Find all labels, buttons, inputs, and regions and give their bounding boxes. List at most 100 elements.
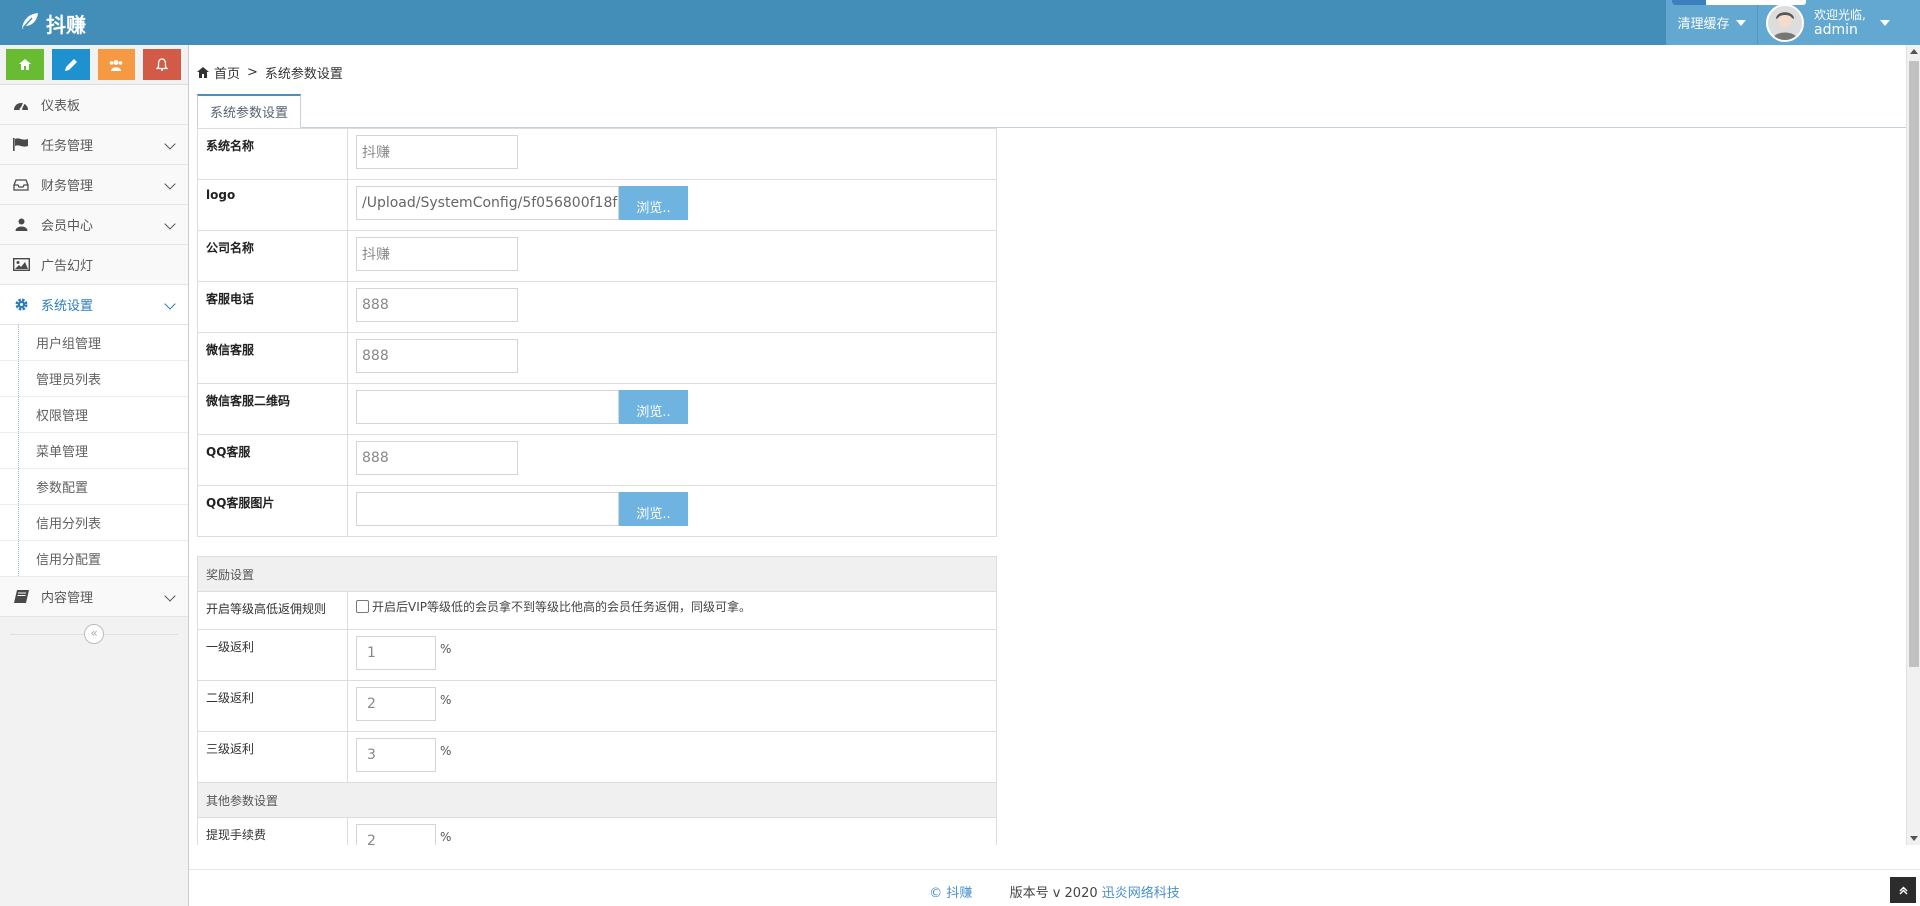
form-label: 二级返利 [197, 680, 348, 732]
form-label: 一级返利 [197, 629, 348, 681]
submenu-item-params[interactable]: 参数配置 [0, 469, 188, 505]
level3-rebate-input[interactable]: 3 [356, 738, 436, 772]
sidebar: 仪表板 任务管理 财务管理 会员中心 广告幻灯 系统设置 用户组管理 管理员列表… [0, 45, 189, 906]
sidebar-item-finance[interactable]: 财务管理 [0, 165, 188, 205]
users-shortcut-button[interactable] [97, 49, 136, 80]
submenu-item-credit-config[interactable]: 信用分配置 [0, 541, 188, 577]
scroll-down-icon[interactable] [1910, 836, 1918, 841]
sidebar-item-members[interactable]: 会员中心 [0, 205, 188, 245]
chevron-down-icon [164, 138, 176, 150]
edit-shortcut-button[interactable] [51, 49, 90, 80]
footer-company-link[interactable]: 迅炎网络科技 [1102, 886, 1180, 901]
form-label: 客服电话 [197, 281, 348, 333]
cog-icon [11, 297, 31, 312]
percent-sign: % [440, 642, 452, 656]
flag-icon [11, 138, 31, 151]
level1-rebate-input[interactable]: 1 [356, 636, 436, 670]
username: admin [1814, 21, 1858, 38]
sidebar-item-tasks[interactable]: 任务管理 [0, 125, 188, 165]
logo-browse-button[interactable]: 浏览.. [619, 186, 688, 220]
form-label: 微信客服二维码 [197, 383, 348, 435]
form-label: 微信客服 [197, 332, 348, 384]
double-chevron-up-icon [1898, 885, 1908, 895]
form-label: 系统名称 [197, 128, 348, 180]
system-name-input[interactable]: 抖赚 [356, 135, 518, 169]
bell-icon [156, 58, 169, 71]
service-phone-input[interactable]: 888 [356, 288, 518, 322]
tab-bar: 系统参数设置 [197, 94, 1906, 128]
percent-sign: % [440, 830, 452, 844]
top-navbar: 抖赚 清理缓存 欢迎光临, admin [0, 0, 1920, 45]
form-label: 开启等级高低返佣规则 [197, 591, 348, 630]
logo-path-input[interactable]: /Upload/SystemConfig/5f056800f18f4 [356, 186, 619, 220]
home-icon [18, 59, 31, 70]
scrollbar-thumb[interactable] [1909, 61, 1919, 667]
submenu-item-user-groups[interactable]: 用户组管理 [0, 325, 188, 361]
footer-version: 版本号 v 2020 [1009, 886, 1098, 901]
submenu-item-permissions[interactable]: 权限管理 [0, 397, 188, 433]
clear-cache-label: 清理缓存 [1677, 17, 1730, 32]
qq-service-input[interactable]: 888 [356, 441, 518, 475]
sidebar-item-label: 广告幻灯 [41, 259, 94, 274]
sidebar-item-label: 仪表板 [41, 99, 81, 114]
home-shortcut-button[interactable] [6, 49, 44, 80]
qq-image-input[interactable] [356, 492, 619, 526]
scroll-to-top-button[interactable] [1890, 877, 1916, 903]
sidebar-item-label: 系统设置 [41, 299, 94, 314]
scroll-up-icon[interactable] [1910, 49, 1918, 54]
percent-sign: % [440, 693, 452, 707]
notifications-shortcut-button[interactable] [143, 49, 181, 80]
withdraw-fee-input[interactable]: 2 [356, 824, 436, 845]
tab-system-params[interactable]: 系统参数设置 [197, 94, 302, 128]
user-menu[interactable]: 欢迎光临, admin [1758, 0, 1920, 45]
sidebar-item-dashboard[interactable]: 仪表板 [0, 85, 188, 125]
caret-down-icon [1879, 19, 1890, 26]
sidebar-shortcuts [0, 45, 188, 85]
chevron-down-icon [164, 590, 176, 602]
sidebar-item-label: 内容管理 [41, 591, 94, 606]
rule-description: 开启后VIP等级低的会员拿不到等级比他高的会员任务返佣，同级可拿。 [372, 600, 751, 614]
form-label: 公司名称 [197, 230, 348, 282]
percent-sign: % [440, 744, 452, 758]
clear-cache-button[interactable]: 清理缓存 [1666, 0, 1806, 45]
chevron-down-icon [164, 218, 176, 230]
footer: © 抖赚 版本号 v 2020 迅炎网络科技 [189, 882, 1920, 901]
sidebar-item-system-settings[interactable]: 系统设置 [0, 285, 188, 325]
company-name-input[interactable]: 抖赚 [356, 237, 518, 271]
sidebar-item-ads[interactable]: 广告幻灯 [0, 245, 188, 285]
page-scrollbar[interactable] [1906, 45, 1920, 845]
collapse-sidebar-button[interactable]: « [84, 624, 104, 644]
wechat-qrcode-browse-button[interactable]: 浏览.. [619, 390, 688, 424]
avatar [1766, 3, 1804, 42]
system-params-form: 系统名称 抖赚 logo /Upload/SystemConfig/5f0568… [197, 128, 997, 537]
sidebar-item-content[interactable]: 内容管理 [0, 577, 188, 617]
footer-divider [189, 869, 1920, 870]
leaf-icon [20, 11, 46, 35]
chevron-down-icon [164, 178, 176, 190]
breadcrumb: 首页 > 系统参数设置 [197, 63, 343, 82]
main-content: 首页 > 系统参数设置 系统参数设置 系统名称 抖赚 logo /Upload/… [189, 45, 1906, 845]
breadcrumb-separator: > [247, 65, 258, 80]
footer-copyright: © 抖赚 [929, 886, 973, 901]
breadcrumb-home-link[interactable]: 首页 [214, 63, 240, 82]
wechat-qrcode-input[interactable] [356, 390, 619, 424]
welcome-text: 欢迎光临, [1814, 7, 1866, 22]
wechat-service-input[interactable]: 888 [356, 339, 518, 373]
form-label: logo [197, 179, 348, 231]
home-icon [197, 67, 209, 78]
brand[interactable]: 抖赚 [20, 8, 86, 38]
form-label: QQ客服图片 [197, 485, 348, 537]
form-label: 提现手续费 [197, 817, 348, 845]
brand-name: 抖赚 [46, 12, 86, 37]
reward-settings-form: 奖励设置 开启等级高低返佣规则 开启后VIP等级低的会员拿不到等级比他高的会员任… [197, 556, 997, 845]
submenu-item-admin-list[interactable]: 管理员列表 [0, 361, 188, 397]
level-rebate-rule-checkbox[interactable] [356, 600, 369, 613]
section-header: 奖励设置 [197, 556, 997, 592]
submenu-item-credit-list[interactable]: 信用分列表 [0, 505, 188, 541]
submenu-item-menus[interactable]: 菜单管理 [0, 433, 188, 469]
level2-rebate-input[interactable]: 2 [356, 687, 436, 721]
pencil-icon [64, 58, 77, 71]
qq-image-browse-button[interactable]: 浏览.. [619, 492, 688, 526]
caret-down-icon [1735, 19, 1746, 26]
sidebar-collapse-bar: « [0, 617, 188, 651]
